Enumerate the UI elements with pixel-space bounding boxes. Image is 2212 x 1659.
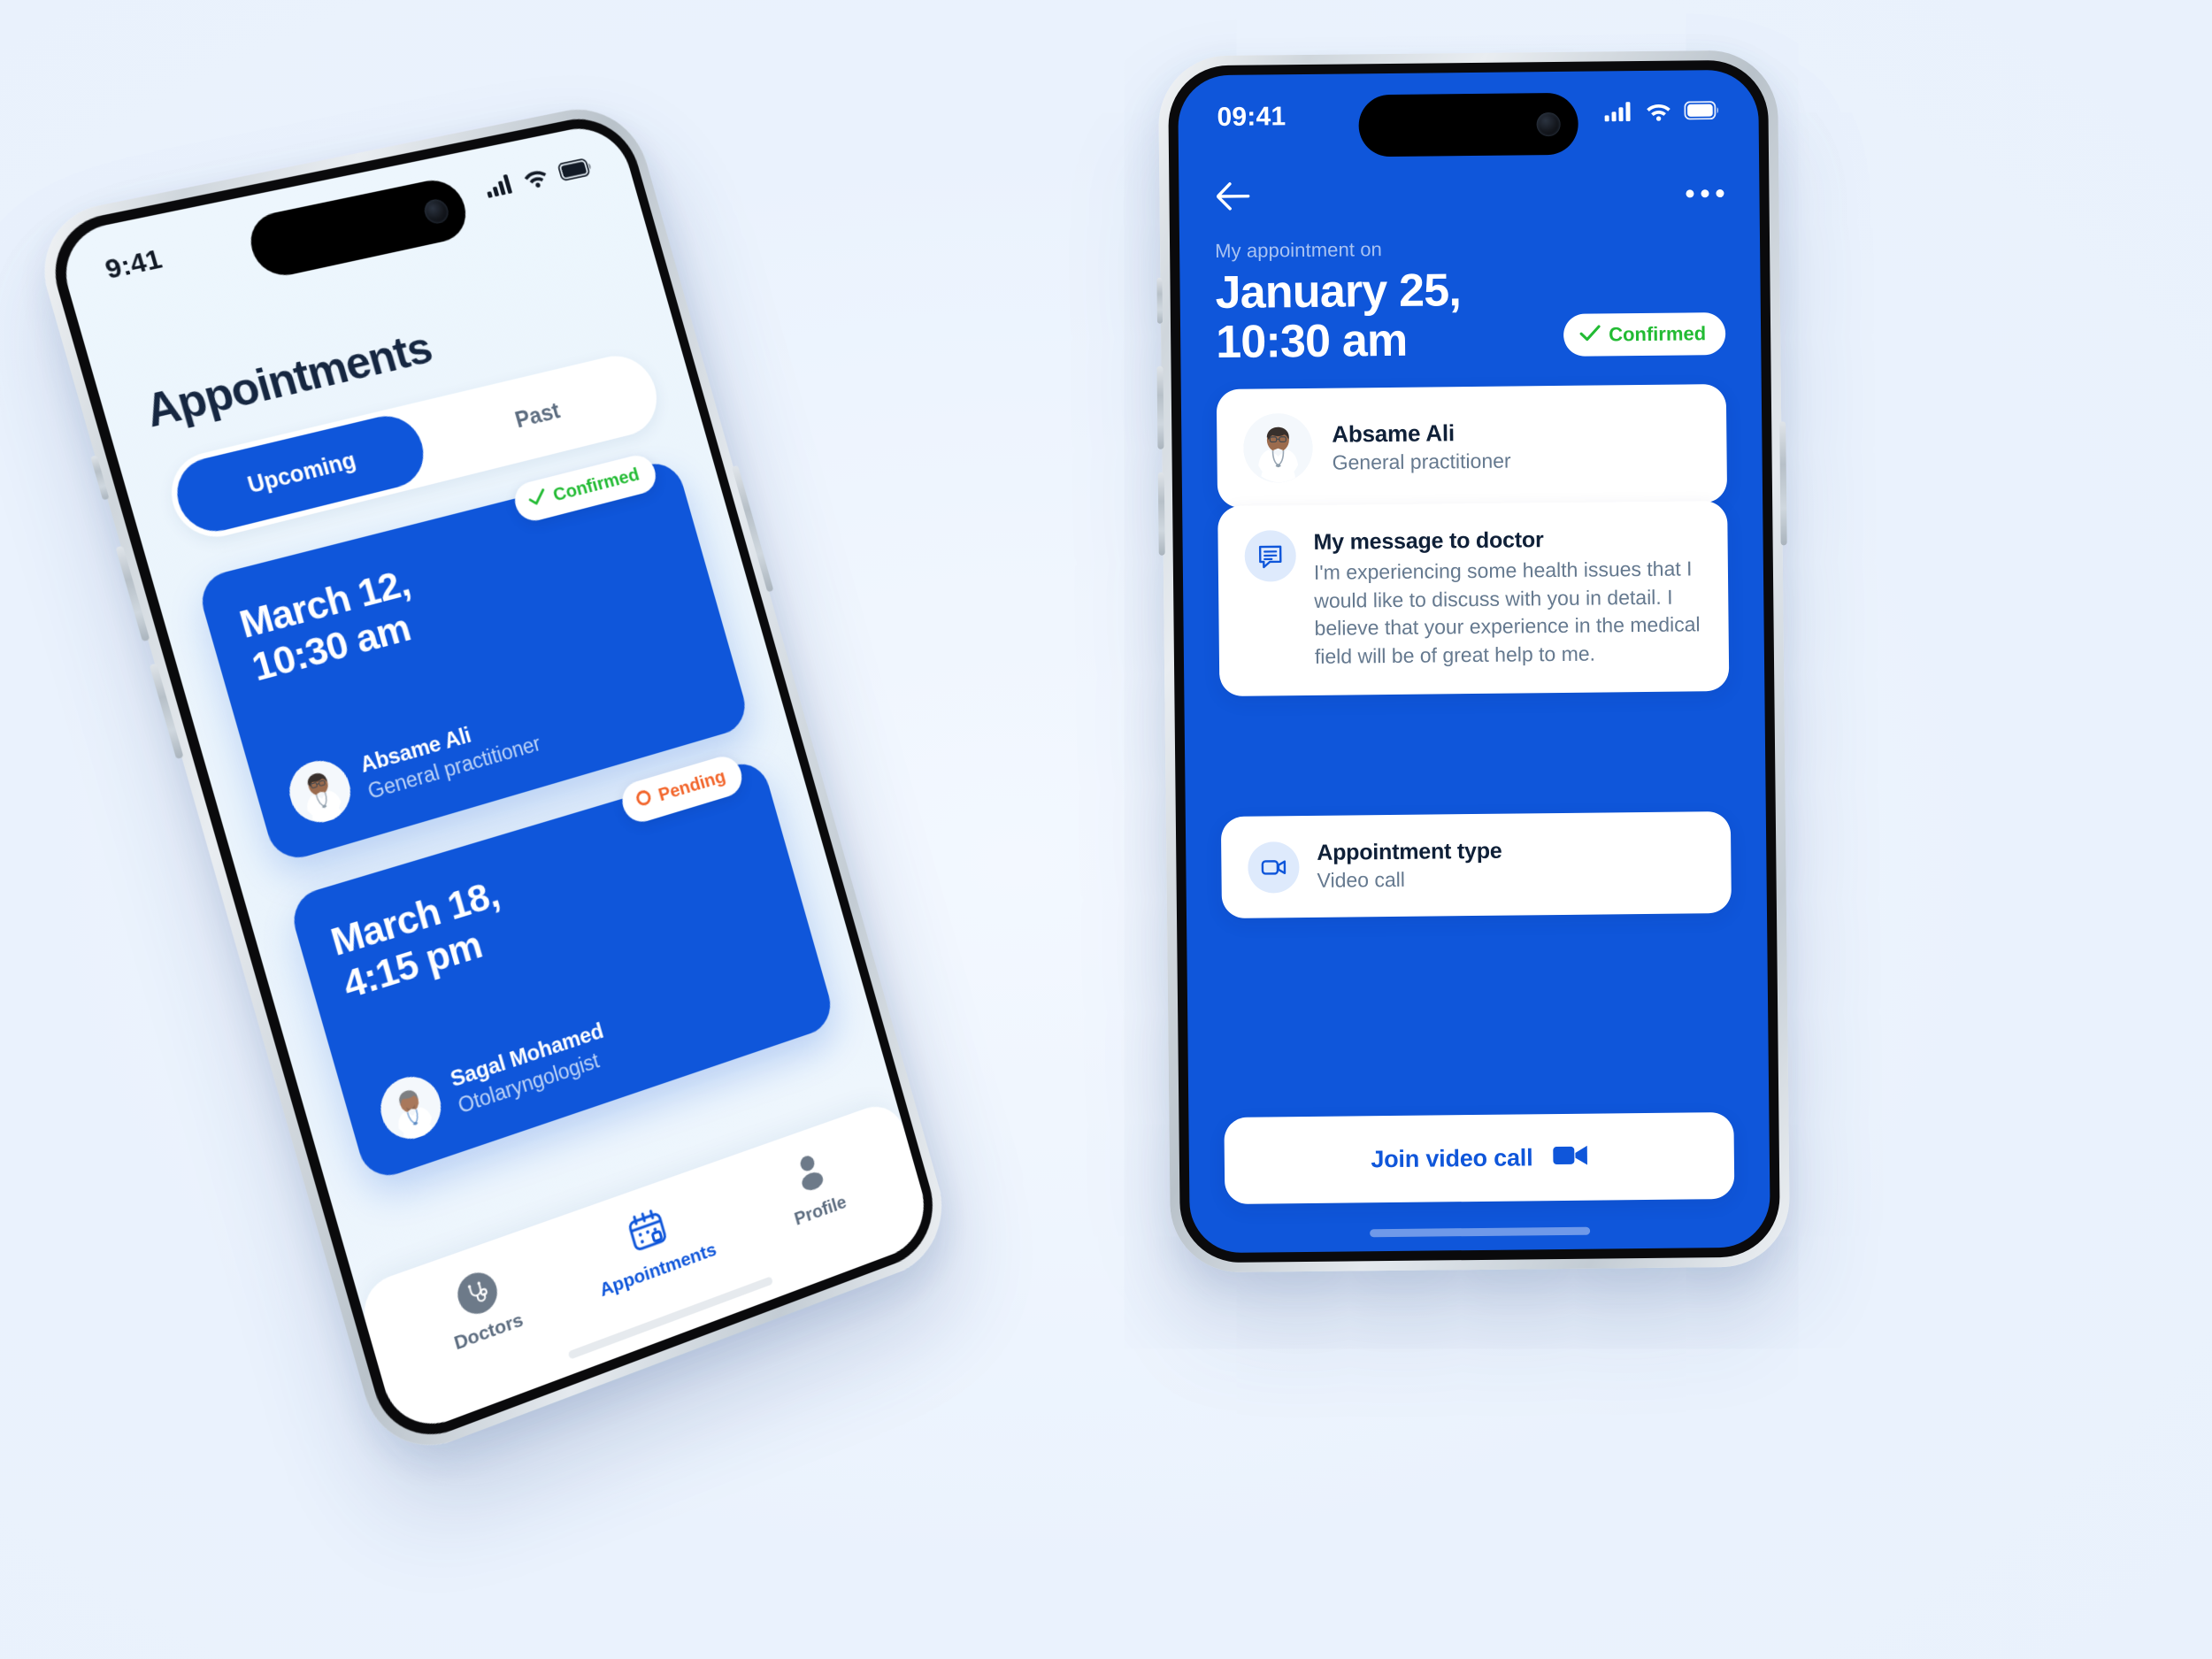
home-indicator [1370, 1226, 1591, 1238]
tab-upcoming[interactable]: Upcoming [168, 409, 433, 540]
video-camera-icon [1248, 841, 1300, 894]
circle-outline-icon [634, 787, 656, 814]
join-video-call-button[interactable]: Join video call [1224, 1111, 1735, 1204]
detail-nav-row [1179, 162, 1760, 230]
message-icon [1244, 530, 1297, 582]
doctor-card[interactable]: Absame Ali General practitioner [1216, 384, 1728, 509]
stethoscope-icon [453, 1266, 503, 1320]
back-arrow-icon[interactable] [1214, 180, 1253, 215]
appointment-type-title: Appointment type [1317, 838, 1502, 865]
front-camera-icon [421, 196, 451, 226]
video-camera-icon [1552, 1142, 1587, 1171]
status-badge-confirmed: Confirmed [1563, 312, 1726, 357]
avatar [373, 1069, 449, 1147]
appointment-doctor: Sagal Mohamed Otolaryngologist [373, 1015, 614, 1147]
person-icon [788, 1148, 831, 1200]
avatar [1243, 412, 1313, 483]
tab-profile[interactable]: Profile [745, 1133, 881, 1242]
doctor-avatar [1243, 413, 1313, 483]
appointment-eyebrow: My appointment on [1214, 238, 1383, 263]
appointment-time: 10:30 am [1215, 314, 1408, 369]
message-card-title: My message to doctor [1313, 527, 1544, 555]
battery-icon [1684, 101, 1719, 124]
tab-doctors[interactable]: Doctors [407, 1250, 556, 1367]
mute-switch[interactable] [1156, 277, 1163, 324]
avatar [282, 754, 357, 830]
status-badge-label: Pending [656, 765, 728, 806]
check-icon [1579, 324, 1601, 346]
phone-appointment-detail: 09:41 My appointment on January 25, 10:3… [1156, 50, 1791, 1273]
status-badge-label: Confirmed [550, 464, 641, 506]
battery-icon [557, 157, 595, 186]
doctor-avatar [282, 754, 357, 830]
message-card-body: I'm experiencing some health issues that… [1313, 557, 1701, 668]
appointment-doctor: Absame Ali General practitioner [282, 701, 544, 830]
calendar-icon [623, 1203, 673, 1261]
status-time: 09:41 [1217, 102, 1286, 133]
front-camera-icon [1536, 111, 1561, 136]
tab-appointments[interactable]: Appointments [580, 1190, 722, 1302]
phone-bezel: 9:41 Appointments Upcoming Past March 12… [40, 109, 947, 1453]
appointment-type-value: Video call [1317, 867, 1406, 892]
list-screen: 9:41 Appointments Upcoming Past March 12… [53, 119, 935, 1440]
volume-down-button[interactable] [1157, 472, 1165, 556]
doctor-role: General practitioner [1332, 449, 1511, 474]
detail-screen: 09:41 My appointment on January 25, 10:3… [1178, 69, 1770, 1254]
appointment-type-card[interactable]: Appointment type Video call [1220, 810, 1732, 919]
signal-bars-icon [483, 173, 516, 202]
join-video-call-label: Join video call [1371, 1143, 1533, 1172]
phone-bezel: 09:41 My appointment on January 25, 10:3… [1167, 59, 1781, 1263]
signal-bars-icon [1604, 101, 1632, 126]
detail-header: My appointment on January 25, 10:30 am C… [1214, 234, 1726, 369]
phone-appointments-list: 9:41 Appointments Upcoming Past March 12… [27, 98, 957, 1467]
check-icon [526, 488, 550, 512]
status-time: 9:41 [102, 243, 165, 286]
mute-switch[interactable] [90, 455, 110, 501]
mockup-canvas: 09:41 My appointment on January 25, 10:3… [0, 0, 2212, 1659]
phone-appointments-list-wrapper: 9:41 Appointments Upcoming Past March 12… [27, 98, 957, 1467]
wifi-icon [1645, 101, 1671, 125]
power-button[interactable] [1779, 421, 1787, 546]
appointment-date: January 25, [1215, 265, 1462, 319]
doctor-avatar [373, 1069, 449, 1147]
wifi-icon [521, 165, 552, 194]
status-badge-label: Confirmed [1609, 322, 1707, 346]
doctor-name: Absame Ali [1332, 419, 1455, 448]
more-options-icon[interactable] [1686, 188, 1724, 197]
message-card[interactable]: My message to doctor I'm experiencing so… [1217, 500, 1730, 697]
dynamic-island [1358, 92, 1579, 157]
volume-up-button[interactable] [1156, 365, 1164, 449]
